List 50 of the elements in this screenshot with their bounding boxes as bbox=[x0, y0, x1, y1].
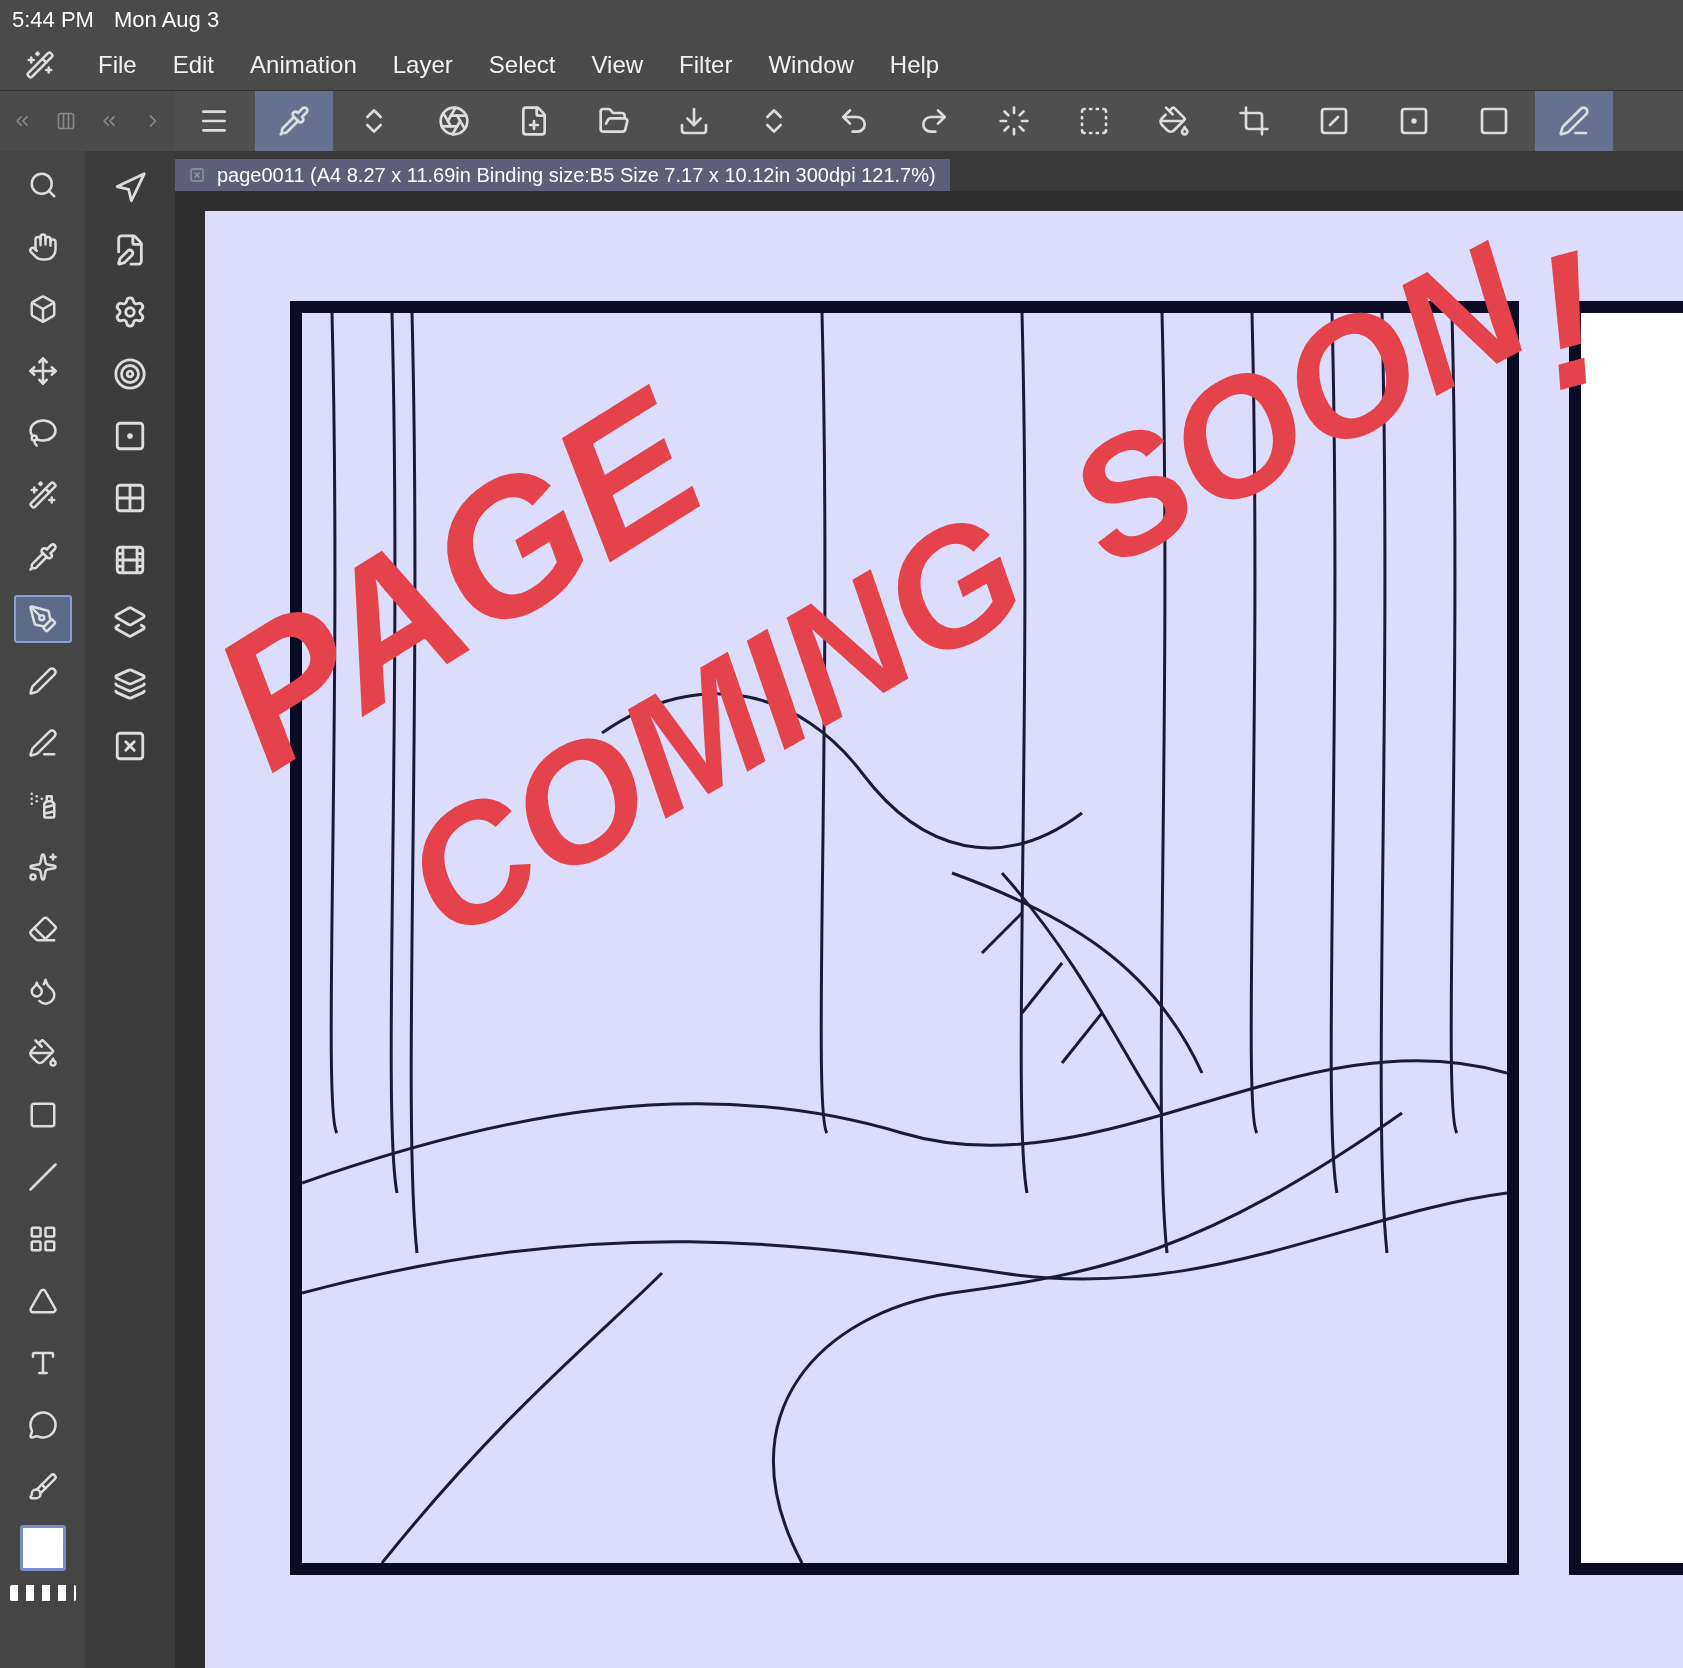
film-icon[interactable] bbox=[113, 543, 147, 577]
spinner-icon bbox=[998, 105, 1030, 137]
slashed-square-icon bbox=[1318, 105, 1350, 137]
menu-item[interactable]: File bbox=[80, 51, 155, 79]
triangle-icon bbox=[27, 1286, 58, 1316]
menu-item[interactable]: View bbox=[573, 51, 662, 79]
square-x-icon[interactable] bbox=[113, 729, 147, 763]
crop-icon bbox=[1238, 105, 1270, 137]
tool-button[interactable] bbox=[13, 595, 72, 643]
grip-icon[interactable] bbox=[55, 111, 76, 131]
pipette-icon bbox=[278, 105, 310, 137]
wand-icon bbox=[27, 480, 58, 510]
eraser-icon bbox=[27, 914, 58, 944]
pen-line-icon bbox=[27, 728, 58, 758]
sparkles-icon bbox=[27, 852, 58, 882]
paint-bucket-icon bbox=[1158, 105, 1190, 137]
menu-item[interactable]: Layer bbox=[374, 51, 471, 79]
layers-icon[interactable] bbox=[113, 667, 147, 701]
paint-bucket-icon bbox=[27, 1038, 58, 1068]
pen-icon bbox=[27, 666, 58, 696]
brush-icon bbox=[27, 1472, 58, 1502]
dashed-square-icon bbox=[1078, 105, 1110, 137]
toolbar-button[interactable] bbox=[1535, 91, 1613, 151]
square-icon[interactable] bbox=[113, 419, 147, 453]
document-title: page0011 (A4 8.27 x 11.69in Binding size:B5 Size 7.17 x 10.12in 300dpi 121.7%) bbox=[217, 163, 936, 187]
move-icon bbox=[27, 356, 58, 386]
menu-item[interactable]: Window bbox=[750, 51, 872, 79]
line-icon bbox=[27, 1162, 58, 1192]
document-tab[interactable]: page0011 (A4 8.27 x 11.69in Binding size:B5 Size 7.17 x 10.12in 300dpi 121.7%) bbox=[175, 159, 950, 191]
download-icon bbox=[678, 105, 710, 137]
pen-nib-icon bbox=[27, 604, 58, 634]
transparent-swatch[interactable] bbox=[9, 1585, 76, 1601]
lasso-icon bbox=[27, 418, 58, 448]
hand-icon bbox=[27, 232, 58, 262]
color-swatch[interactable] bbox=[19, 1525, 66, 1571]
menu-item[interactable]: Select bbox=[470, 51, 574, 79]
toolbar-button[interactable] bbox=[255, 91, 333, 151]
status-time: 5:44 PM bbox=[12, 7, 94, 33]
dotted-square-icon bbox=[1398, 105, 1430, 137]
pointer-icon[interactable] bbox=[113, 171, 147, 205]
pipette-icon bbox=[27, 542, 58, 572]
status-date: Mon Aug 3 bbox=[113, 7, 220, 33]
speech-bubble-icon bbox=[27, 1410, 58, 1440]
menu-item[interactable]: Animation bbox=[232, 51, 375, 79]
pen-line-icon bbox=[1558, 105, 1590, 137]
grid-icon[interactable] bbox=[113, 481, 147, 515]
menu-item[interactable]: Help bbox=[871, 51, 958, 79]
menu-item[interactable]: Filter bbox=[661, 51, 751, 79]
square-icon bbox=[1478, 105, 1510, 137]
menu-item[interactable]: Edit bbox=[154, 51, 233, 79]
